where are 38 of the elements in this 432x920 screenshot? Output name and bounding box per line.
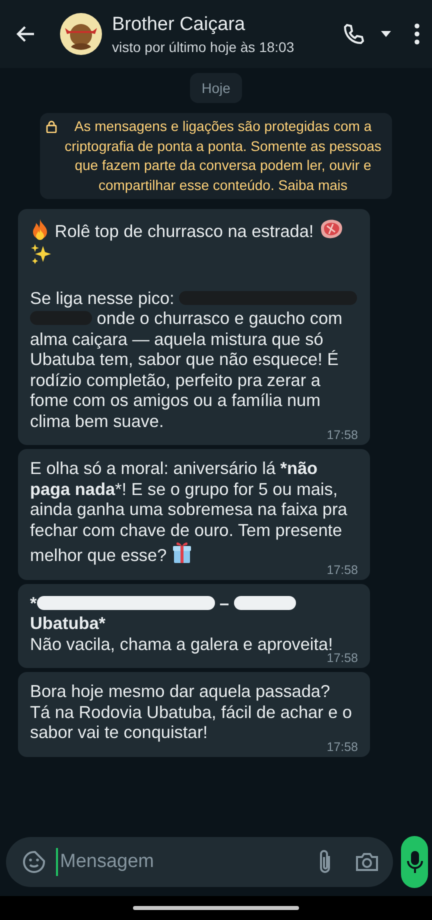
message-time: 17:58 — [326, 651, 358, 665]
message-text: * — [30, 592, 37, 612]
notice-text: As mensagens e ligações são protegidas com a criptografia de ponta a ponta. Somente as pessoas que fazem parte da conversa podem ler, ouvir e compartilhar esse conteúdo. Saiba mais — [64, 117, 382, 195]
message-field[interactable]: Mensagem — [6, 837, 393, 887]
message-text: Ubatuba* — [30, 613, 106, 633]
call-button[interactable] — [342, 22, 366, 46]
message-text: Rolê top de churrasco na estrada! — [54, 221, 315, 241]
fire-icon — [30, 218, 50, 240]
microphone-button[interactable] — [401, 836, 428, 888]
message-time: 17:58 — [326, 428, 358, 442]
attach-icon[interactable] — [317, 849, 333, 875]
more-options-icon[interactable] — [414, 23, 420, 45]
avatar-icon[interactable] — [60, 13, 102, 55]
message-bubble[interactable]: E olha só a moral: aniversário lá *não paga nada*! E se o grupo for 5 ou mais, ainda ganha uma sobremesa na faixa pra fechar com chave de ouro. Tem presente melhor que esse? 17:58 — [18, 449, 370, 580]
contact-name[interactable]: Brother Caiçara — [112, 14, 332, 36]
microphone-icon — [406, 850, 424, 874]
message-bubble[interactable]: Bora hoje mesmo dar aquela passada? Tá na Rodovia Ubatuba, fácil de achar e o sabor vai te conquistar! 17:58 — [18, 672, 370, 756]
camera-icon[interactable] — [355, 851, 379, 873]
gift-icon — [171, 540, 194, 564]
message-time: 17:58 — [326, 740, 358, 754]
date-chip: Hoje — [190, 73, 242, 103]
message-time: 17:58 — [326, 562, 358, 576]
message-text: onde o churrasco e gaucho com — [96, 308, 342, 328]
message-text: melhor que esse? — [30, 545, 168, 565]
message-bubble[interactable] — [18, 209, 370, 445]
dropdown-caret-icon[interactable] — [380, 30, 392, 38]
message-text: – — [218, 592, 230, 612]
encryption-notice[interactable]: As mensagens e ligações são protegidas com a criptografia de ponta a ponta. Somente as pessoas que fazem parte da conversa podem ler, ouvir e compartilhar esse conteúdo. Saiba mais — [40, 113, 392, 199]
message-text: alma caiçara — aquela mistura que só Ubatuba tem, sabor que não esquece! É rodízio completão, perfeito pra zerar a fome com os amigos ou a família num clima bem suave. — [30, 328, 339, 430]
sticker-icon[interactable] — [22, 850, 46, 874]
message-input[interactable]: Mensagem — [56, 848, 307, 876]
message-text: Não vacila, chama a galera e aproveita! — [30, 634, 333, 654]
lock-icon — [46, 120, 57, 133]
message-text: Se liga nesse pico: — [30, 288, 176, 308]
learn-more-link[interactable]: Saiba mais — [278, 176, 348, 192]
message-bubble[interactable]: * – Ubatuba* Não vacila, chama a galera e aproveita! 17:58 — [18, 584, 370, 668]
message-text: Bora hoje mesmo dar aquela passada? Tá na Rodovia Ubatuba, fácil de achar e o sabor vai te conquistar! — [30, 681, 353, 742]
last-seen-status: visto por último hoje às 18:03 — [112, 38, 296, 54]
